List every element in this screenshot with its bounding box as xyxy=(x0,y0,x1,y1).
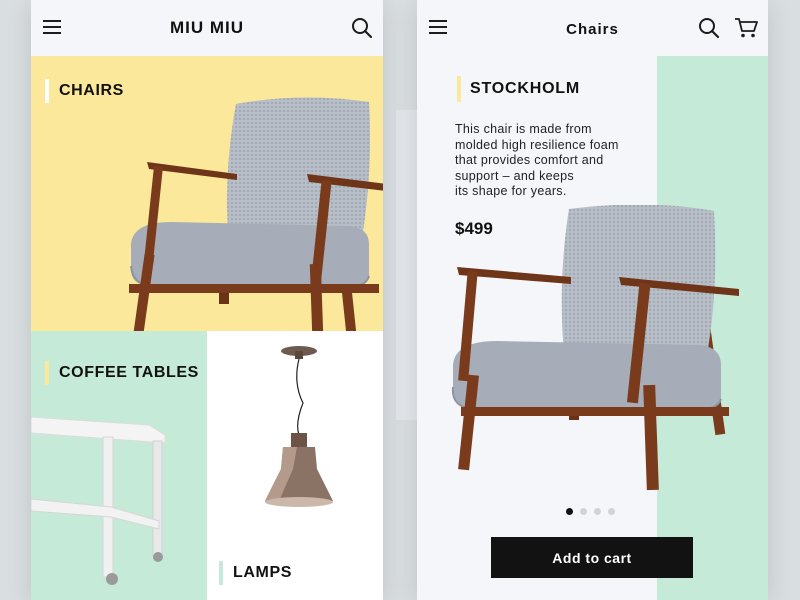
category-tile-coffee-tables[interactable]: COFFEE TABLES xyxy=(31,331,207,600)
description-line: This chair is made from xyxy=(455,122,592,136)
description-line: its shape for years. xyxy=(455,184,567,198)
armchair-image xyxy=(129,97,383,331)
description-line: support – and keeps xyxy=(455,168,574,183)
carousel-indicator xyxy=(566,508,615,515)
top-bar: Chairs xyxy=(417,0,768,56)
brand-title: MIU MIU xyxy=(169,18,245,37)
search-icon[interactable] xyxy=(698,17,720,39)
product-name: STOCKHOLM xyxy=(457,76,580,102)
category-label-lamps: LAMPS xyxy=(219,561,292,585)
category-screen: MIU MIU CHAIRS COFFEE TABLES LAMPS xyxy=(31,0,383,600)
product-description: This chair is made from molded high resi… xyxy=(455,122,655,200)
add-to-cart-button[interactable]: Add to cart xyxy=(491,537,693,578)
top-bar: MIU MIU xyxy=(31,0,383,56)
shopping-cart-icon[interactable] xyxy=(734,17,758,39)
search-icon[interactable] xyxy=(351,17,373,39)
description-line: that provides comfort and xyxy=(455,153,604,167)
description-line: molded high resilience foam xyxy=(455,137,619,152)
pendant-lamp-image xyxy=(265,346,333,507)
product-image[interactable] xyxy=(449,205,749,495)
carousel-dot[interactable] xyxy=(594,508,601,515)
carousel-dot[interactable] xyxy=(566,508,573,515)
coffee-table-image xyxy=(31,416,166,585)
category-tile-lamps[interactable]: LAMPS xyxy=(207,331,383,600)
product-detail-screen: Chairs STOCKHOLM This chair is made from… xyxy=(417,0,768,600)
category-tile-chairs[interactable]: CHAIRS xyxy=(31,56,383,331)
carousel-dot[interactable] xyxy=(580,508,587,515)
category-label-coffee-tables: COFFEE TABLES xyxy=(45,361,199,385)
carousel-dot[interactable] xyxy=(608,508,615,515)
